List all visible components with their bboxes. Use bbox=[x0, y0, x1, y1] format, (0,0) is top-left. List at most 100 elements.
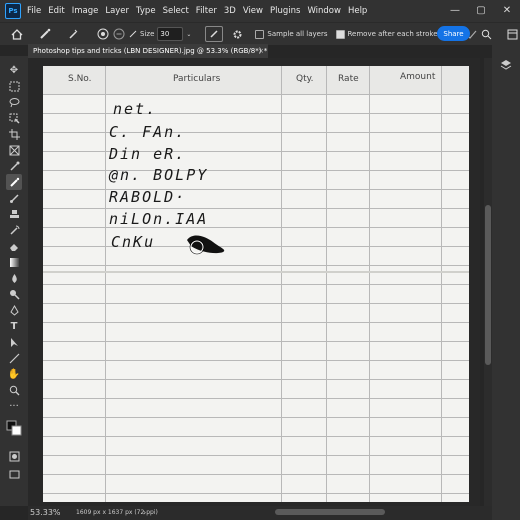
row-line bbox=[43, 493, 469, 494]
screen-mode-icon[interactable] bbox=[6, 466, 22, 482]
object-selection-tool-icon[interactable] bbox=[6, 110, 22, 126]
vertical-scroll-thumb[interactable] bbox=[485, 205, 491, 365]
minus-circle-icon[interactable] bbox=[112, 26, 126, 42]
brush-tool-icon[interactable] bbox=[6, 190, 22, 206]
options-bar: Size 30 ⌄ Sample all layers Remove after… bbox=[0, 22, 520, 45]
gradient-tool-icon[interactable] bbox=[6, 254, 22, 270]
quick-mask-icon[interactable] bbox=[6, 448, 22, 464]
row-line bbox=[43, 132, 469, 133]
handwritten-line: niLOn.IAA bbox=[109, 210, 209, 228]
handwritten-line: C. FAn. bbox=[109, 123, 187, 141]
path-selection-tool-icon[interactable] bbox=[6, 334, 22, 350]
zoom-tool-icon[interactable] bbox=[6, 382, 22, 398]
row-line bbox=[43, 227, 469, 228]
remove-after-stroke-option[interactable]: Remove after each stroke bbox=[335, 29, 438, 39]
lasso-tool-icon[interactable] bbox=[6, 94, 22, 110]
row-line bbox=[43, 265, 469, 266]
hand-tool-icon[interactable]: ✋ bbox=[6, 366, 22, 382]
menu-layer[interactable]: Layer bbox=[105, 6, 129, 16]
handwritten-line: Din eR. bbox=[109, 145, 187, 163]
marquee-tool-icon[interactable] bbox=[6, 78, 22, 94]
row-line bbox=[43, 151, 469, 152]
pen-tool-icon[interactable] bbox=[6, 302, 22, 318]
color-swatches[interactable] bbox=[6, 414, 22, 438]
row-line bbox=[43, 303, 469, 304]
dodge-tool-icon[interactable] bbox=[6, 286, 22, 302]
row-line bbox=[43, 417, 469, 418]
move-tool-icon[interactable]: ✥ bbox=[6, 62, 22, 78]
tools-panel: ✥ T ✋ ··· bbox=[0, 56, 28, 506]
brush-cursor-icon bbox=[189, 239, 205, 255]
share-button[interactable]: Share bbox=[437, 26, 470, 41]
menu-window[interactable]: Window bbox=[307, 6, 341, 16]
menu-edit[interactable]: Edit bbox=[48, 6, 64, 16]
handwritten-line: RABOLD· bbox=[109, 188, 187, 206]
row-line bbox=[43, 379, 469, 380]
header-particulars: Particulars bbox=[173, 74, 221, 84]
zoom-level[interactable]: 53.33% bbox=[30, 508, 61, 517]
handwritten-line: CnKu bbox=[111, 233, 156, 251]
spot-healing-tool-icon[interactable] bbox=[6, 174, 22, 190]
remove-after-stroke-label: Remove after each stroke bbox=[347, 30, 438, 38]
sample-all-layers-label: Sample all layers bbox=[267, 30, 328, 38]
row-line bbox=[43, 474, 469, 475]
spot-healing-brush-icon[interactable] bbox=[38, 26, 52, 42]
menu-plugins[interactable]: Plugins bbox=[270, 6, 300, 16]
size-input[interactable]: 30 bbox=[157, 27, 184, 41]
eraser-tool-icon[interactable] bbox=[6, 238, 22, 254]
more-tools-icon[interactable]: ··· bbox=[6, 398, 22, 414]
sample-all-layers-option[interactable]: Sample all layers bbox=[255, 29, 328, 39]
line-tool-icon[interactable] bbox=[6, 350, 22, 366]
pressure-size-icon[interactable] bbox=[205, 26, 224, 42]
sample-all-layers-checkbox[interactable] bbox=[255, 29, 265, 39]
header-sno: S.No. bbox=[68, 74, 92, 84]
document-tab[interactable]: Photoshop tips and tricks (LBN DESIGNER)… bbox=[28, 44, 268, 58]
menu-select[interactable]: Select bbox=[163, 6, 189, 16]
menu-file[interactable]: File bbox=[27, 6, 41, 16]
photoshop-logo-icon: Ps bbox=[5, 3, 21, 19]
workspace-icon[interactable] bbox=[506, 26, 518, 42]
home-icon[interactable] bbox=[10, 26, 24, 42]
close-window-button[interactable]: ✕ bbox=[494, 0, 520, 22]
type-tool-icon[interactable]: T bbox=[6, 318, 22, 334]
chevron-down-icon[interactable]: ⌄ bbox=[186, 31, 191, 38]
row-line bbox=[43, 208, 469, 209]
handwritten-line: @n. BOLPY bbox=[109, 166, 209, 184]
size-label: Size bbox=[140, 30, 155, 38]
search-icon[interactable] bbox=[480, 26, 492, 42]
row-line bbox=[43, 113, 469, 114]
maximize-button[interactable]: ▢ bbox=[468, 0, 494, 22]
brush-preset-icon[interactable] bbox=[66, 26, 80, 42]
menu-type[interactable]: Type bbox=[136, 6, 156, 16]
size-slider-icon bbox=[128, 26, 138, 42]
horizontal-scroll-thumb[interactable] bbox=[275, 509, 385, 515]
row-line bbox=[43, 455, 469, 456]
row-line bbox=[43, 398, 469, 399]
row-line bbox=[43, 284, 469, 285]
minimize-button[interactable]: — bbox=[442, 0, 468, 22]
menu-help[interactable]: Help bbox=[348, 6, 367, 16]
row-line bbox=[43, 360, 469, 361]
menu-3d[interactable]: 3D bbox=[224, 6, 236, 16]
history-brush-tool-icon[interactable] bbox=[6, 222, 22, 238]
crop-tool-icon[interactable] bbox=[6, 126, 22, 142]
remove-after-stroke-checkbox[interactable] bbox=[335, 29, 345, 39]
blur-tool-icon[interactable] bbox=[6, 270, 22, 286]
menu-filter[interactable]: Filter bbox=[196, 6, 217, 16]
header-rate: Rate bbox=[338, 74, 359, 84]
frame-tool-icon[interactable] bbox=[6, 142, 22, 158]
clone-stamp-tool-icon[interactable] bbox=[6, 206, 22, 222]
row-line bbox=[43, 94, 469, 95]
target-circle-icon[interactable] bbox=[96, 26, 110, 42]
menu-view[interactable]: View bbox=[243, 6, 263, 16]
document-canvas[interactable]: S.No. Particulars Qty. Rate Amount net. … bbox=[43, 66, 469, 502]
gear-icon[interactable] bbox=[231, 26, 243, 42]
status-bar: 53.33% 1609 px x 1637 px (72 ppi) › bbox=[28, 506, 492, 520]
row-line bbox=[43, 322, 469, 323]
status-arrow-icon[interactable]: › bbox=[143, 508, 146, 517]
eyedropper-tool-icon[interactable] bbox=[6, 158, 22, 174]
close-tab-button[interactable]: × bbox=[258, 44, 264, 58]
menu-image[interactable]: Image bbox=[72, 6, 99, 16]
header-qty: Qty. bbox=[296, 74, 314, 84]
layers-panel-icon[interactable] bbox=[500, 56, 512, 70]
